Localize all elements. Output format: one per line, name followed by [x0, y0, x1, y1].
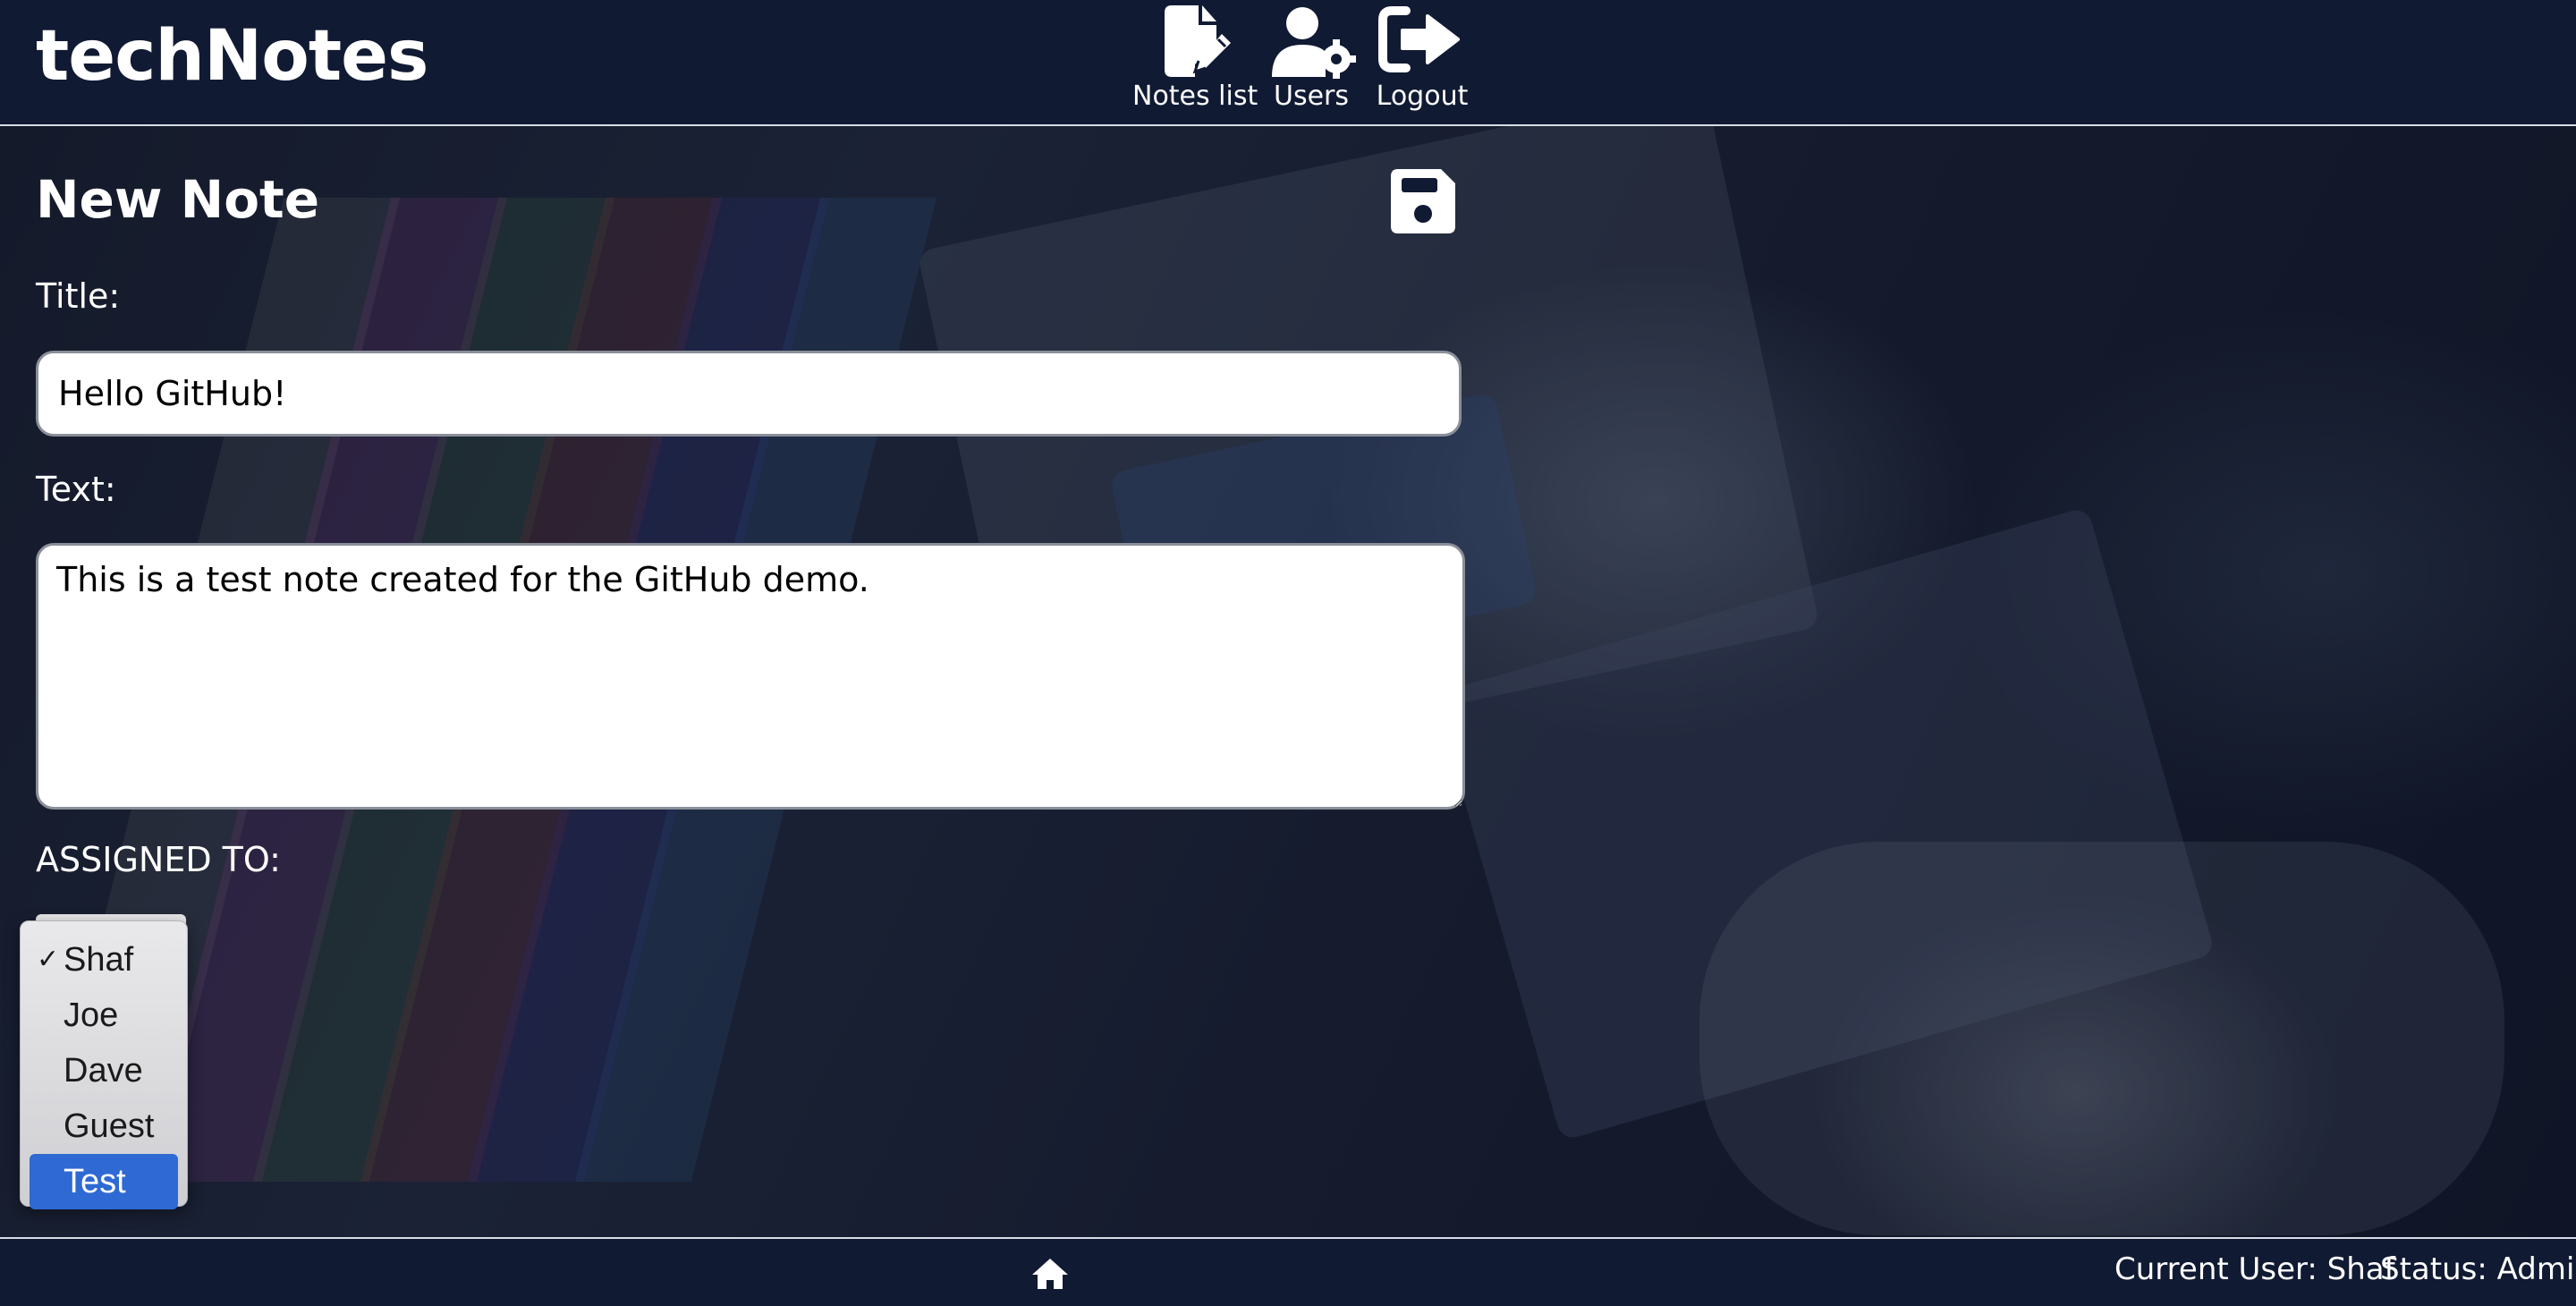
assigned-to-dropdown[interactable]: ✓ Shaf Joe Dave Guest Test [20, 920, 188, 1209]
status-text: Status: Admin [2380, 1251, 2576, 1287]
title-label: Title: [36, 276, 121, 316]
title-input[interactable] [36, 351, 1462, 437]
users-button[interactable]: Users [1267, 4, 1356, 112]
app-logo[interactable]: techNotes [36, 16, 428, 97]
option-joe[interactable]: Joe [30, 988, 178, 1043]
new-note-form: New Note Title: Text: This is a test not… [0, 126, 2576, 1237]
home-icon [1032, 1259, 1068, 1289]
current-user-text: Current User: Shaf [2114, 1251, 2395, 1287]
page-title: New Note [36, 169, 320, 230]
notes-list-button[interactable]: Notes list [1132, 4, 1258, 112]
top-bar: techNotes Notes list Users Logout [0, 0, 2576, 126]
save-button[interactable] [1389, 167, 1457, 239]
footer-bar: Current User: Shaf Status: Admin [0, 1237, 2576, 1306]
checkmark-icon: ✓ [37, 945, 60, 974]
option-label: Dave [64, 1052, 143, 1090]
option-test[interactable]: Test [30, 1154, 178, 1209]
assigned-to-label: ASSIGNED TO: [36, 840, 281, 879]
floppy-disk-icon [1391, 169, 1455, 233]
option-label: Joe [64, 996, 119, 1034]
option-shaf[interactable]: ✓ Shaf [30, 932, 178, 988]
file-pen-icon [1165, 5, 1232, 77]
option-label: Guest [64, 1107, 155, 1145]
notes-list-label: Notes list [1132, 81, 1258, 112]
logout-label: Logout [1376, 81, 1469, 112]
option-label: Shaf [64, 941, 134, 979]
users-label: Users [1273, 81, 1349, 112]
text-textarea[interactable]: This is a test note created for the GitH… [36, 543, 1465, 810]
home-button[interactable] [1030, 1257, 1070, 1294]
option-dave[interactable]: Dave [30, 1043, 178, 1098]
text-label: Text: [36, 470, 116, 509]
option-guest[interactable]: Guest [30, 1098, 178, 1154]
user-gear-icon [1272, 7, 1356, 79]
option-label: Test [64, 1163, 126, 1200]
logout-button[interactable]: Logout [1376, 4, 1469, 112]
logout-icon [1378, 6, 1460, 72]
